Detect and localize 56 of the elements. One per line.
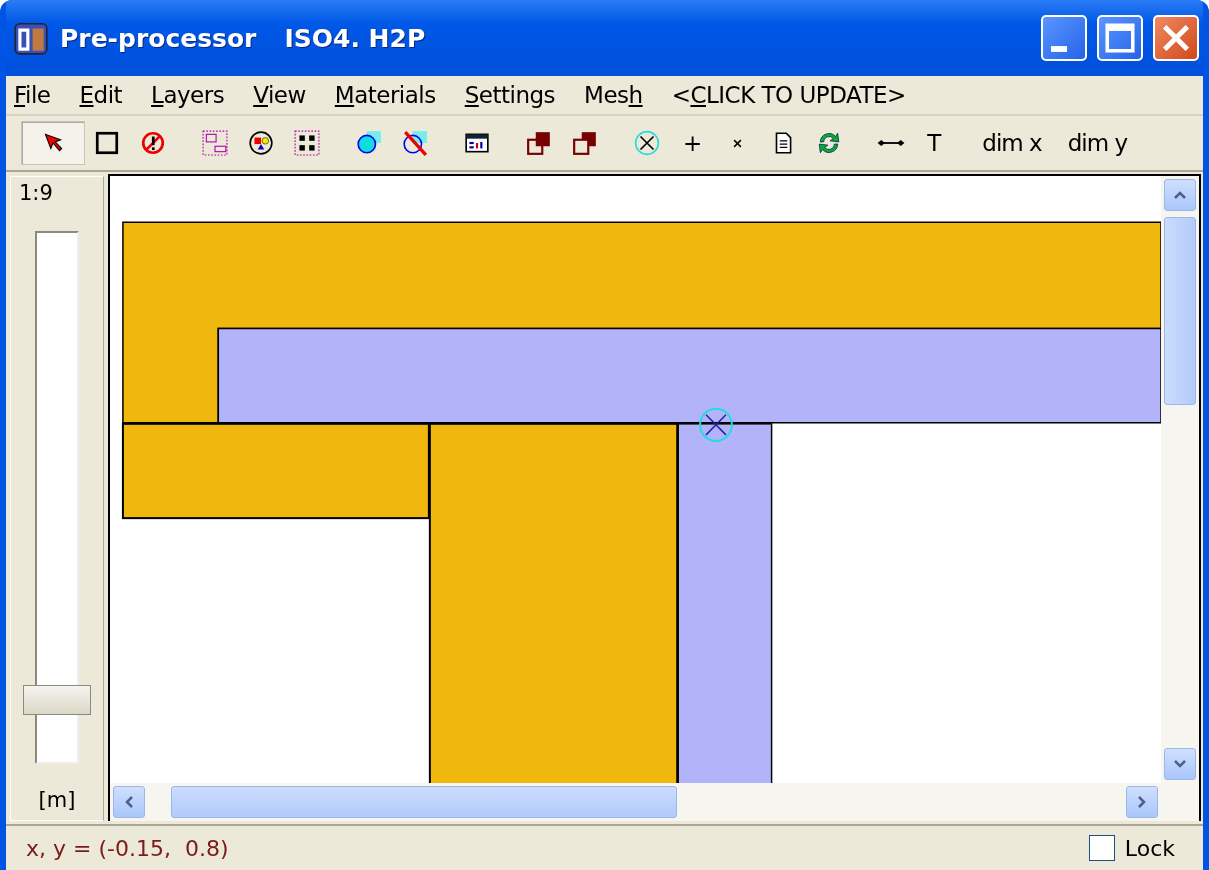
minimize-button[interactable] xyxy=(1041,15,1087,61)
shapes-icon xyxy=(248,130,274,156)
menu-item[interactable]: File xyxy=(14,82,51,108)
vertical-scrollbar[interactable] xyxy=(1161,176,1199,783)
scroll-up-button[interactable] xyxy=(1164,179,1196,211)
scroll-thumb[interactable] xyxy=(1164,217,1196,405)
unit-label: [m] xyxy=(38,788,76,812)
maximize-icon xyxy=(1103,21,1137,55)
back-icon xyxy=(572,130,598,156)
toolbar-text-button[interactable]: dim y xyxy=(1063,130,1131,156)
toolbar-text-button[interactable]: T xyxy=(923,130,945,156)
coordinates-readout: x, y = (-0.15, 0.8) xyxy=(26,835,230,861)
menu-item[interactable]: View xyxy=(253,82,306,108)
circle-icon xyxy=(356,130,382,156)
file-name: ISO4. H2P xyxy=(284,23,426,53)
close-button[interactable] xyxy=(1153,15,1199,61)
node-icon xyxy=(634,130,660,156)
square-icon xyxy=(94,130,120,156)
tool-button[interactable] xyxy=(633,129,661,157)
grid-icon xyxy=(294,130,320,156)
lock-checkbox[interactable] xyxy=(1088,835,1115,861)
forbidden-icon xyxy=(140,130,166,156)
tool-button[interactable] xyxy=(571,129,599,157)
front-icon xyxy=(526,130,552,156)
tool-button[interactable] xyxy=(139,129,167,157)
scroll-down-button[interactable] xyxy=(1164,748,1196,780)
scroll-right-button[interactable] xyxy=(1126,786,1158,818)
maximize-button[interactable] xyxy=(1097,15,1143,61)
toolbar-text-button[interactable]: dim x xyxy=(978,130,1046,156)
minimize-icon xyxy=(1051,46,1067,52)
window-title: Pre-processor xyxy=(60,23,257,53)
slider-thumb[interactable] xyxy=(23,685,91,716)
regions-icon xyxy=(202,130,228,156)
tool-button[interactable] xyxy=(525,129,553,157)
tool-button[interactable] xyxy=(247,129,275,157)
tool-button[interactable] xyxy=(93,129,121,157)
tool-button[interactable] xyxy=(21,121,85,165)
circle-off-icon xyxy=(402,130,428,156)
menu-item[interactable]: Edit xyxy=(79,82,123,108)
lock-label: Lock xyxy=(1124,835,1175,861)
scale-label: 1:9 xyxy=(18,181,53,205)
scroll-thumb[interactable] xyxy=(171,786,677,818)
zoom-slider[interactable] xyxy=(22,231,92,764)
tool-button[interactable] xyxy=(401,129,429,157)
node-marker[interactable] xyxy=(699,407,733,442)
scroll-left-button[interactable] xyxy=(113,786,145,818)
tool-button[interactable] xyxy=(293,129,321,157)
small-x-icon xyxy=(732,138,742,148)
menu-item[interactable]: Mesh xyxy=(584,82,643,108)
menu-item[interactable]: <CLICK TO UPDATE> xyxy=(671,82,906,108)
menu-item[interactable]: Layers xyxy=(151,82,225,108)
menu-item[interactable]: Materials xyxy=(334,82,436,108)
menu-item[interactable]: Settings xyxy=(464,82,556,108)
toolbar-text-button[interactable]: + xyxy=(679,130,706,156)
dimension-icon xyxy=(877,139,906,147)
horizontal-scrollbar[interactable] xyxy=(110,783,1161,821)
